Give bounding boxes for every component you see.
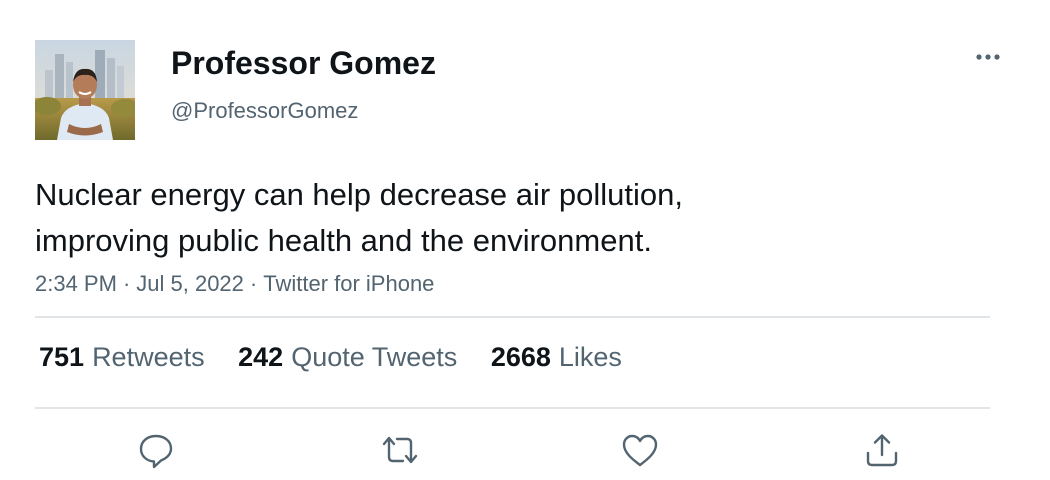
meta-separator: · — [122, 271, 131, 296]
tweet-text-line: improving public health and the environm… — [35, 223, 652, 258]
share-button[interactable] — [860, 428, 904, 472]
tweet-date[interactable]: Jul 5, 2022 — [136, 271, 244, 296]
meta-separator: · — [249, 271, 258, 296]
avatar-photo — [35, 40, 135, 140]
likes-stat[interactable]: 2668 Likes — [491, 342, 622, 373]
likes-label: Likes — [558, 342, 622, 372]
heart-icon — [622, 434, 658, 467]
tweet-text-line: Nuclear energy can help decrease air pol… — [35, 177, 683, 212]
author-handle[interactable]: @ProfessorGomez — [171, 98, 358, 124]
retweet-button[interactable] — [378, 428, 422, 472]
tweet-source[interactable]: Twitter for iPhone — [263, 271, 434, 296]
engagement-stats: 751 Retweets 242 Quote Tweets 2668 Likes — [39, 342, 648, 373]
reply-button[interactable] — [134, 428, 178, 472]
reply-icon — [139, 434, 173, 469]
likes-count: 2668 — [490, 342, 551, 372]
avatar[interactable] — [35, 40, 135, 140]
tweet-meta: 2:34 PM · Jul 5, 2022 · Twitter for iPhone — [35, 271, 434, 297]
retweets-count: 751 — [39, 342, 85, 372]
quote-tweets-stat[interactable]: 242 Quote Tweets — [238, 342, 457, 373]
author-name[interactable]: Professor Gomez — [171, 45, 436, 82]
retweet-icon — [382, 436, 418, 464]
tweet-time[interactable]: 2:34 PM — [35, 271, 117, 296]
retweets-stat[interactable]: 751 Retweets — [39, 342, 205, 373]
divider — [35, 407, 990, 409]
more-horizontal-icon — [976, 54, 1000, 60]
retweets-label: Retweets — [92, 342, 205, 372]
share-icon — [866, 434, 898, 467]
quote-tweets-count: 242 — [238, 342, 284, 372]
divider — [35, 316, 990, 318]
tweet-text: Nuclear energy can help decrease air pol… — [35, 172, 975, 264]
more-options-button[interactable] — [970, 45, 1006, 69]
quote-tweets-label: Quote Tweets — [291, 342, 458, 372]
like-button[interactable] — [618, 428, 662, 472]
